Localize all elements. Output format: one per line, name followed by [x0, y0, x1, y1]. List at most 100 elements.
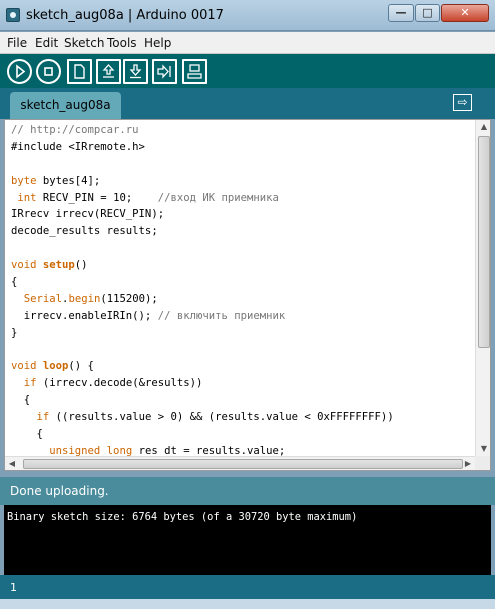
window-title: sketch_aug08a | Arduino 0017	[26, 8, 224, 23]
stop-button[interactable]	[36, 59, 61, 84]
title-bar[interactable]: sketch_aug08a | Arduino 0017 — □ ✕	[0, 0, 495, 31]
status-message: Done uploading.	[10, 484, 109, 498]
menu-bar: File Edit Sketch Tools Help	[0, 32, 495, 54]
code-token: }	[11, 326, 18, 339]
open-icon	[102, 64, 115, 78]
serial-monitor-button[interactable]	[182, 59, 207, 84]
menu-tools[interactable]: Tools	[107, 36, 137, 50]
footer-bar: 1	[0, 575, 495, 599]
verify-button[interactable]	[7, 59, 32, 84]
code-token: if	[23, 377, 37, 390]
code-line: }	[11, 325, 471, 342]
code-token: (irrecv.decode(&results))	[36, 377, 203, 390]
arduino-window: sketch_aug08a | Arduino 0017 — □ ✕ File …	[0, 0, 495, 609]
code-token: // включить приемник	[157, 309, 286, 322]
minimize-button[interactable]: —	[388, 4, 414, 22]
code-line: int RECV_PIN = 10; //вход ИК приемника	[11, 190, 471, 207]
code-line: if ((results.value > 0) && (results.valu…	[11, 409, 471, 426]
code-line: // http://compcar.ru	[11, 122, 471, 139]
vertical-scroll-thumb[interactable]	[478, 136, 490, 348]
code-line: {	[11, 392, 471, 409]
maximize-button[interactable]: □	[415, 4, 440, 22]
code-line: byte bytes[4];	[11, 173, 471, 190]
code-token: #include <IRremote.h>	[11, 140, 145, 153]
horizontal-scrollbar[interactable]: ◀ ▶	[5, 456, 475, 470]
open-button[interactable]	[96, 59, 121, 84]
code-token: void	[11, 259, 37, 272]
toolbar	[0, 54, 495, 88]
code-token: byte	[11, 174, 37, 187]
code-line: {	[11, 426, 471, 443]
code-token: Serial	[23, 292, 63, 305]
tab-menu-icon: ⇨	[457, 95, 468, 109]
code-line: unsigned long res_dt = results.value;	[11, 443, 471, 456]
code-line: void loop() {	[11, 358, 471, 375]
code-token: {	[11, 428, 43, 441]
tab-menu-button[interactable]: ⇨	[453, 94, 472, 111]
code-token: //вход ИК приемника	[157, 191, 279, 204]
close-button[interactable]: ✕	[441, 4, 489, 22]
code-line: if (irrecv.decode(&results))	[11, 375, 471, 392]
serial-monitor-icon	[187, 64, 202, 79]
code-line: decode_results results;	[11, 223, 471, 240]
scroll-up-icon[interactable]: ▲	[476, 120, 490, 134]
upload-icon	[157, 64, 171, 79]
code-token: IRrecv irrecv(RECV_PIN);	[11, 208, 165, 221]
scroll-down-icon[interactable]: ▼	[476, 442, 490, 456]
window-bottom-edge	[0, 599, 495, 609]
code-token: if	[36, 411, 50, 424]
save-button[interactable]	[123, 59, 148, 84]
menu-sketch[interactable]: Sketch	[64, 36, 104, 50]
menu-help[interactable]: Help	[144, 36, 171, 50]
code-token: // http://compcar.ru	[11, 124, 139, 136]
code-line: void setup()	[11, 257, 471, 274]
code-line: Serial.begin(115200);	[11, 291, 471, 308]
code-line: #include <IRremote.h>	[11, 139, 471, 156]
vertical-scrollbar[interactable]: ▲ ▼	[475, 120, 490, 456]
new-button[interactable]	[67, 59, 92, 84]
menu-edit[interactable]: Edit	[35, 36, 58, 50]
status-bar: Done uploading.	[0, 477, 495, 505]
code-line: irrecv.enableIRIn(); // включить приемни…	[11, 308, 471, 325]
scroll-right-icon[interactable]: ▶	[461, 457, 475, 470]
code-text-area[interactable]: // http://compcar.ru #include <IRremote.h…	[11, 122, 471, 456]
menu-file[interactable]: File	[7, 36, 27, 50]
code-token: ((results.value > 0) && (results.value <…	[49, 411, 394, 424]
scroll-left-icon[interactable]: ◀	[5, 457, 19, 470]
code-token: irrecv.enableIRIn();	[11, 309, 158, 322]
code-token: ()	[74, 259, 88, 272]
line-number: 1	[10, 581, 17, 594]
tab-bar: sketch_aug08a ⇨	[0, 88, 495, 119]
code-line: IRrecv irrecv(RECV_PIN);	[11, 206, 471, 223]
code-token: RECV_PIN = 10;	[36, 191, 158, 204]
new-file-icon	[74, 64, 85, 79]
tab-sketch[interactable]: sketch_aug08a	[10, 92, 121, 119]
code-token: begin	[68, 292, 101, 305]
code-token: {	[11, 276, 18, 289]
code-token: int	[17, 191, 37, 204]
upload-button[interactable]	[152, 59, 177, 84]
console-text: Binary sketch size: 6764 bytes (of a 307…	[7, 511, 358, 523]
code-line: {	[11, 274, 471, 291]
code-token: loop	[42, 360, 69, 373]
scrollbar-corner	[475, 456, 490, 470]
code-token: unsigned long	[49, 444, 133, 456]
arduino-app-icon	[6, 8, 20, 22]
save-icon	[129, 64, 142, 79]
play-icon	[16, 64, 26, 79]
code-token: (115200);	[100, 292, 158, 305]
stop-icon	[44, 67, 53, 76]
code-token: void	[11, 360, 37, 373]
code-token: () {	[68, 360, 94, 373]
code-token: bytes[4];	[36, 174, 101, 187]
code-editor[interactable]: // http://compcar.ru #include <IRremote.h…	[4, 119, 491, 471]
console-output[interactable]: Binary sketch size: 6764 bytes (of a 307…	[4, 505, 491, 575]
horizontal-scroll-thumb[interactable]	[23, 459, 463, 469]
